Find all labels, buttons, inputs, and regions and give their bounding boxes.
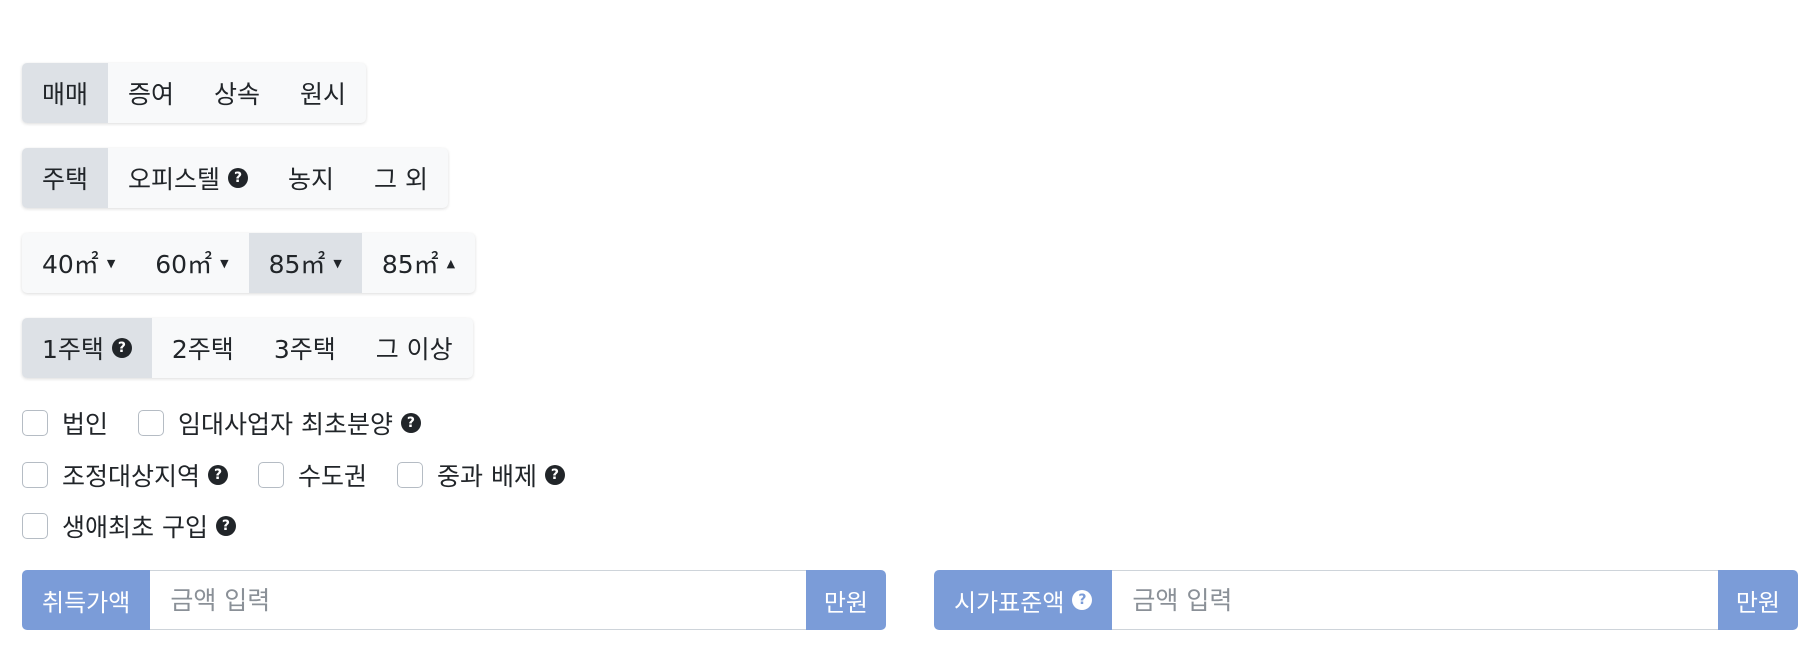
checkbox-box[interactable] xyxy=(22,513,48,539)
house-count-2[interactable]: 2주택 xyxy=(152,318,254,378)
trade-type-sale[interactable]: 매매 xyxy=(22,63,109,123)
question-icon[interactable]: ? xyxy=(544,465,565,485)
first-purchase-label: 생애최초 구입 xyxy=(62,513,208,542)
capital-area-checkbox[interactable]: 수도권 xyxy=(258,457,367,493)
rental-first-sale-checkbox[interactable]: 임대사업자 최초분양 ? xyxy=(138,405,421,441)
property-type-officetel-label: 오피스텔 xyxy=(128,165,221,194)
house-count-1[interactable]: 1주택 ? xyxy=(22,318,152,378)
exclude-surcharge-checkbox[interactable]: 중과 배제 ? xyxy=(397,457,565,493)
property-type-officetel[interactable]: 오피스텔 ? xyxy=(108,148,268,208)
area-label: 40㎡ xyxy=(42,250,99,279)
capital-area-label: 수도권 xyxy=(298,462,368,491)
question-icon[interactable]: ? xyxy=(228,168,249,188)
acquisition-price-input[interactable] xyxy=(150,570,806,630)
house-count-3[interactable]: 3주택 xyxy=(254,318,356,378)
caret-down-icon: ▼ xyxy=(106,256,116,270)
first-purchase-checkbox[interactable]: 생애최초 구입 ? xyxy=(22,508,236,544)
area-85-above[interactable]: 85㎡ ▲ xyxy=(362,233,475,293)
regulated-area-label: 조정대상지역 xyxy=(62,462,201,491)
question-icon[interactable]: ? xyxy=(400,413,421,433)
trade-type-inheritance[interactable]: 상속 xyxy=(194,63,280,123)
trade-type-group: 매매 증여 상속 원시 xyxy=(22,63,367,123)
checkbox-row-3: 생애최초 구입 ? xyxy=(22,509,266,543)
area-group: 40㎡ ▼ 60㎡ ▼ 85㎡ ▼ 85㎡ ▲ xyxy=(22,233,476,293)
question-icon[interactable]: ? xyxy=(215,516,236,536)
question-icon[interactable]: ? xyxy=(208,465,229,485)
house-count-more[interactable]: 그 이상 xyxy=(356,318,473,378)
trade-type-gift[interactable]: 증여 xyxy=(108,63,194,123)
area-85-below[interactable]: 85㎡ ▼ xyxy=(248,233,362,293)
standard-price-input[interactable] xyxy=(1112,570,1718,630)
caret-down-icon: ▼ xyxy=(333,256,342,270)
acquisition-price-unit: 만원 xyxy=(805,570,886,630)
checkbox-row-2: 조정대상지역 ? 수도권 중과 배제 ? xyxy=(22,458,595,492)
exclude-surcharge-label: 중과 배제 xyxy=(437,462,537,491)
checkbox-box[interactable] xyxy=(22,462,48,488)
property-type-farmland[interactable]: 농지 xyxy=(268,148,354,208)
standard-price-unit: 만원 xyxy=(1717,570,1798,630)
area-60-below[interactable]: 60㎡ ▼ xyxy=(135,233,248,293)
property-type-group: 주택 오피스텔 ? 농지 그 외 xyxy=(22,148,448,208)
checkbox-box[interactable] xyxy=(397,462,424,488)
property-type-house[interactable]: 주택 xyxy=(22,148,109,208)
area-label: 60㎡ xyxy=(155,250,213,279)
standard-price-label: 시가표준액 xyxy=(954,588,1065,617)
checkbox-box[interactable] xyxy=(22,410,48,436)
caret-up-icon: ▲ xyxy=(446,256,456,270)
question-icon[interactable]: ? xyxy=(1072,590,1093,610)
corporation-checkbox[interactable]: 법인 xyxy=(22,405,108,441)
standard-price-label-box: 시가표준액 ? xyxy=(934,570,1113,630)
standard-price-group: 시가표준액 ? 만원 xyxy=(934,570,1798,630)
checkbox-box[interactable] xyxy=(138,410,165,436)
house-count-1-label: 1주택 xyxy=(42,335,104,364)
question-icon[interactable]: ? xyxy=(111,338,132,358)
acquisition-price-label: 취득가액 xyxy=(22,570,151,630)
property-type-other[interactable]: 그 외 xyxy=(354,148,448,208)
checkbox-row-1: 법인 임대사업자 최초분양 ? xyxy=(22,406,451,440)
area-40-below[interactable]: 40㎡ ▼ xyxy=(22,233,135,293)
house-count-group: 1주택 ? 2주택 3주택 그 이상 xyxy=(22,318,473,378)
caret-down-icon: ▼ xyxy=(220,256,229,270)
checkbox-box[interactable] xyxy=(258,462,285,488)
regulated-area-checkbox[interactable]: 조정대상지역 ? xyxy=(22,457,229,493)
area-label: 85㎡ xyxy=(268,250,326,279)
acquisition-price-group: 취득가액 만원 xyxy=(22,570,886,630)
corporation-label: 법인 xyxy=(62,410,109,439)
area-label: 85㎡ xyxy=(381,250,439,279)
rental-first-sale-label: 임대사업자 최초분양 xyxy=(178,410,393,439)
trade-type-original[interactable]: 원시 xyxy=(280,63,366,123)
